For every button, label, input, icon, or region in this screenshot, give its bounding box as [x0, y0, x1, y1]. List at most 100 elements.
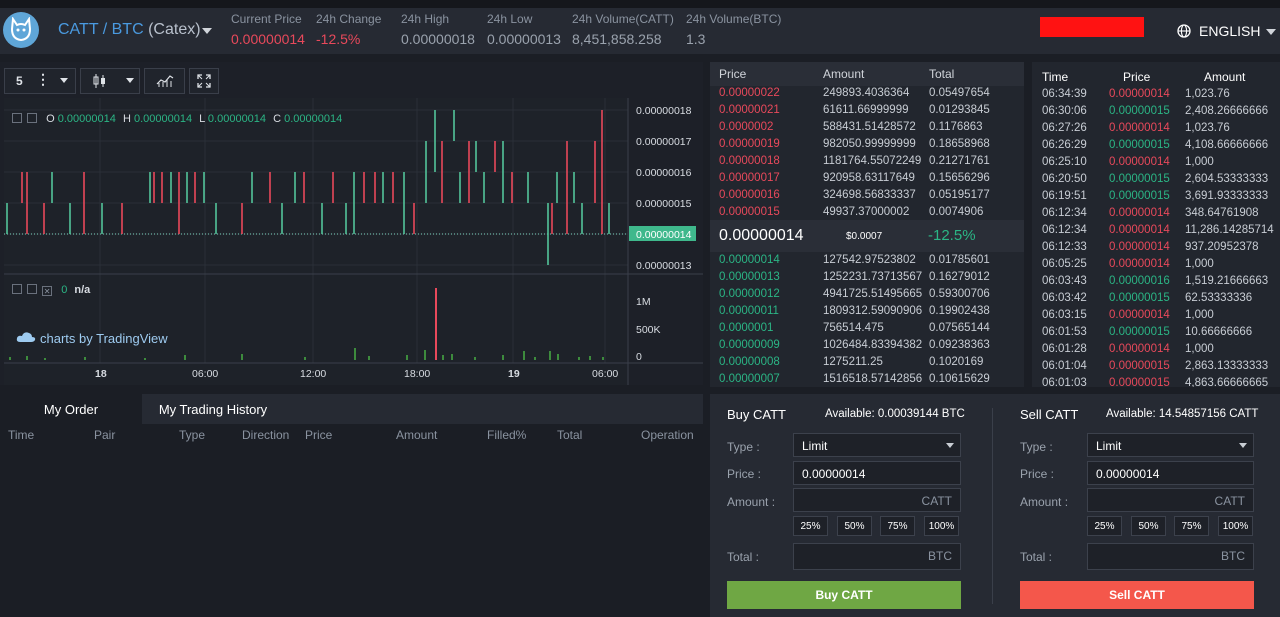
- ask-total: 0.0074906: [929, 206, 984, 218]
- bid-row[interactable]: 0.00000014 127542.97523802 0.01785601: [710, 252, 1024, 269]
- tab-my-trading-history[interactable]: My Trading History: [142, 394, 284, 424]
- orderbook-header: Price Amount Total: [710, 62, 1024, 86]
- language-selector[interactable]: ENGLISH: [1199, 23, 1260, 39]
- trade-time: 06:05:25: [1042, 258, 1087, 270]
- ask-total: 0.15656296: [929, 172, 990, 184]
- volume-bar: [589, 356, 591, 360]
- trade-amount: 1,519.21666663: [1185, 275, 1269, 287]
- ask-row[interactable]: 0.00000015 49937.37000002 0.0074906: [710, 204, 1024, 221]
- trade-price: 0.00000015: [1109, 139, 1170, 151]
- trade-row: 06:05:25 0.00000014 1,000: [1032, 256, 1280, 273]
- chevron-down-icon[interactable]: [1266, 29, 1276, 35]
- sell-percent-75[interactable]: 75%: [1174, 516, 1209, 536]
- trade-time: 06:30:06: [1042, 105, 1087, 117]
- time-axis-label: 06:00: [192, 368, 218, 380]
- buy-available: Available: 0.00039144 BTC: [825, 408, 965, 420]
- sell-percent-25[interactable]: 25%: [1087, 516, 1122, 536]
- volume-bar: [304, 357, 306, 360]
- sell-amount-input[interactable]: CATT: [1087, 488, 1254, 512]
- buy-catt-button[interactable]: Buy CATT: [727, 581, 961, 609]
- sell-total-input[interactable]: BTC: [1087, 543, 1254, 570]
- chart-type-selector[interactable]: [80, 68, 140, 94]
- buy-price-value: 0.00000014: [802, 467, 866, 481]
- trade-price: 0.00000015: [1109, 360, 1170, 372]
- buy-percent-75[interactable]: 75%: [880, 516, 915, 536]
- indicators-button[interactable]: [144, 68, 185, 94]
- bid-row[interactable]: 0.00000008 1275211.25 0.1020169: [710, 354, 1024, 371]
- trade-time: 06:03:15: [1042, 309, 1087, 321]
- stat-24h-low: 24h Low 0.00000013: [487, 12, 561, 47]
- trade-price: 0.00000015: [1109, 292, 1170, 304]
- ask-row[interactable]: 0.00000019 982050.99999999 0.18658968: [710, 136, 1024, 153]
- bid-amount: 1252231.73713567: [823, 271, 923, 283]
- bid-row[interactable]: 0.0000001 756514.475 0.07565144: [710, 320, 1024, 337]
- volume-bar: [549, 351, 551, 360]
- buy-price-input[interactable]: 0.00000014: [793, 461, 961, 485]
- pair-selector[interactable]: CATT / BTC (Catex): [58, 21, 201, 39]
- trade-amount: 1,000: [1185, 343, 1214, 355]
- chart-canvas[interactable]: 0.00000018 0.00000017 0.00000016 0.00000…: [4, 98, 703, 385]
- bid-row[interactable]: 0.00000011 1809312.59090906 0.19902438: [710, 303, 1024, 320]
- bid-row[interactable]: 0.00000007 1516518.57142856 0.10615629: [710, 371, 1024, 387]
- buy-amount-input[interactable]: CATT: [793, 488, 961, 512]
- trade-amount: 937.20952378: [1185, 241, 1259, 253]
- bid-price: 0.0000001: [719, 322, 774, 334]
- buy-type-select[interactable]: Limit: [793, 433, 961, 457]
- sell-type-select[interactable]: Limit: [1087, 433, 1254, 457]
- buy-type-label: Type :: [727, 440, 760, 454]
- sell-type-label: Type :: [1020, 440, 1053, 454]
- stat-24h-high: 24h High 0.00000018: [401, 12, 475, 47]
- eye-icon[interactable]: [12, 284, 22, 294]
- buy-percent-25[interactable]: 25%: [793, 516, 828, 536]
- ask-amount: 588431.51428572: [823, 121, 916, 133]
- trade-time: 06:19:51: [1042, 190, 1087, 202]
- trade-time: 06:20:50: [1042, 173, 1087, 185]
- sell-catt-button[interactable]: Sell CATT: [1020, 581, 1254, 609]
- ask-total: 0.05195177: [929, 189, 990, 201]
- ask-row[interactable]: 0.00000016 324698.56833337 0.05195177: [710, 187, 1024, 204]
- trade-amount: 3,691.93333333: [1185, 190, 1269, 202]
- trade-amount: 62.53333336: [1185, 292, 1253, 304]
- bid-row[interactable]: 0.00000009 1026484.83394382 0.09238363: [710, 337, 1024, 354]
- sell-price-value: 0.00000014: [1096, 467, 1160, 481]
- sell-price-input[interactable]: 0.00000014: [1087, 461, 1254, 485]
- tab-my-order[interactable]: My Order: [0, 394, 142, 424]
- close-icon[interactable]: ✕: [42, 286, 53, 296]
- trade-price: 0.00000014: [1109, 156, 1170, 168]
- column-header: Price: [719, 67, 747, 81]
- recent-trades: Time Price Amount 06:34:39 0.00000014 1,02…: [1032, 62, 1280, 387]
- price-axis-label: 0.00000017: [636, 136, 692, 148]
- catex-logo[interactable]: [3, 12, 39, 48]
- ask-row[interactable]: 0.00000017 920958.63117649 0.15656296: [710, 170, 1024, 187]
- sell-type-value: Limit: [1096, 439, 1122, 453]
- ask-row[interactable]: 0.00000021 61611.66999999 0.01293845: [710, 102, 1024, 119]
- ask-row[interactable]: 0.0000002 588431.51428572 0.1176863: [710, 119, 1024, 136]
- interval-selector[interactable]: 5 ⋮: [4, 68, 76, 94]
- buy-percent-50[interactable]: 50%: [837, 516, 872, 536]
- sell-percent-100[interactable]: 100%: [1218, 516, 1253, 536]
- bid-price: 0.00000014: [719, 254, 780, 266]
- buy-percent-100[interactable]: 100%: [924, 516, 959, 536]
- bid-row[interactable]: 0.00000012 4941725.51495665 0.59300706: [710, 286, 1024, 303]
- more-vert-icon: ⋮: [36, 71, 50, 87]
- price-axis-label: 0.00000015: [636, 198, 692, 210]
- ask-row[interactable]: 0.00000022 249893.4036364 0.05497654: [710, 85, 1024, 102]
- bid-total: 0.16279012: [929, 271, 990, 283]
- trade-row: 06:19:51 0.00000015 3,691.93333333: [1032, 188, 1280, 205]
- trade-amount: 2,604.53333333: [1185, 173, 1269, 185]
- ask-row[interactable]: 0.00000018 1181764.55072249 0.21271761: [710, 153, 1024, 170]
- sell-percent-50[interactable]: 50%: [1131, 516, 1166, 536]
- tradingview-credit[interactable]: charts by TradingView: [16, 331, 168, 346]
- column-header: Amount: [396, 428, 438, 442]
- chevron-down-icon[interactable]: [202, 28, 212, 34]
- column-header: Time: [8, 428, 35, 442]
- trade-time: 06:12:34: [1042, 224, 1087, 236]
- settings-icon[interactable]: [27, 284, 38, 294]
- eye-icon[interactable]: [12, 113, 22, 123]
- ask-price: 0.00000021: [719, 104, 780, 116]
- ohlc-low-value: 0.00000014: [207, 113, 267, 125]
- bid-row[interactable]: 0.00000013 1252231.73713567 0.16279012: [710, 269, 1024, 286]
- buy-total-input[interactable]: BTC: [793, 543, 961, 570]
- fullscreen-button[interactable]: [189, 68, 219, 94]
- settings-icon[interactable]: [27, 113, 38, 123]
